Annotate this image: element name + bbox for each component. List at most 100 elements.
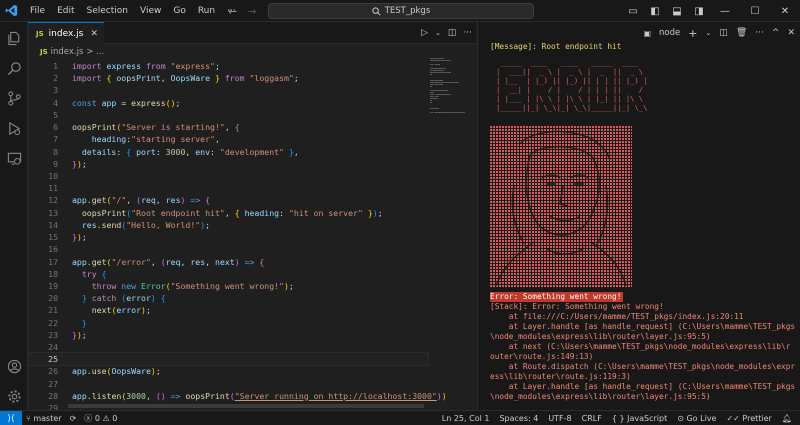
kill-terminal-icon[interactable]: 🗑︎ bbox=[736, 28, 747, 38]
minimap-mark bbox=[463, 112, 465, 113]
code-token: ; bbox=[81, 329, 87, 340]
code-editor[interactable]: 1 import express from "express"; 2 import {… bbox=[27, 60, 447, 414]
code-line[interactable]: 23}); bbox=[28, 329, 428, 341]
code-line[interactable]: 24 bbox=[28, 341, 428, 353]
code-token: app bbox=[72, 195, 87, 206]
run-debug-icon[interactable] bbox=[0, 114, 28, 142]
code-line[interactable]: 4 const app = express(); bbox=[28, 97, 428, 109]
terminal-shell-name[interactable]: node bbox=[659, 28, 680, 38]
split-editor-icon[interactable]: ◫ bbox=[448, 28, 457, 38]
menu-file[interactable]: File bbox=[24, 0, 51, 22]
code-line[interactable]: 5 bbox=[28, 109, 428, 121]
code-line[interactable]: 19 throw new Error("Something went wrong… bbox=[28, 280, 428, 292]
code-line[interactable]: 17 app.get("/error", (req, res, next) => … bbox=[28, 256, 428, 268]
notifications-bell-icon[interactable]: 🔔︎ bbox=[782, 414, 792, 423]
code-line[interactable]: 16 bbox=[28, 243, 428, 255]
code-line[interactable]: 11 bbox=[28, 182, 428, 194]
toggle-panel-icon[interactable]: ⬓ bbox=[666, 6, 688, 17]
sync-icon[interactable]: ⟳ bbox=[70, 414, 77, 423]
code-line[interactable]: 1 import express from "express"; bbox=[28, 60, 428, 72]
status-bar: ⟩⟨ ⑂ master ⟳ ⓧ 0 ⚠ 0 Ln 25, Col 1 Space… bbox=[0, 410, 800, 425]
menu-view[interactable]: View bbox=[134, 0, 167, 22]
run-dropdown-icon[interactable]: ⌄ bbox=[435, 29, 441, 37]
minimap-mark bbox=[435, 82, 444, 83]
close-tab-icon[interactable]: ✕ bbox=[90, 29, 98, 39]
maximize-icon[interactable]: ☐ bbox=[740, 0, 770, 22]
indentation[interactable]: Spaces: 4 bbox=[499, 414, 538, 423]
code-line[interactable]: 2 import { oopsPrint, OopsWare } from "lo… bbox=[28, 72, 428, 84]
settings-gear-icon[interactable] bbox=[0, 382, 28, 410]
code-line[interactable]: 25 bbox=[27, 352, 429, 367]
line-number: 16 bbox=[48, 244, 58, 255]
menu-go[interactable]: Go bbox=[167, 0, 191, 22]
close-window-icon[interactable]: ✕ bbox=[770, 0, 800, 22]
breadcrumb-file[interactable]: index.js bbox=[51, 47, 84, 57]
code-text: oopsPrint("Root endpoint hit", { heading… bbox=[72, 207, 383, 219]
source-control-icon[interactable] bbox=[0, 84, 28, 112]
banner-line: | __| | / | / | | | || / bbox=[496, 85, 648, 94]
code-line[interactable]: 8 details: { port: 3000, env: "developme… bbox=[28, 146, 428, 158]
code-line[interactable]: 9}); bbox=[28, 158, 428, 170]
toggle-sidebar-icon[interactable]: ◧ bbox=[644, 6, 666, 17]
code-line[interactable]: 7 heading:"starting server", bbox=[28, 133, 428, 145]
code-line[interactable]: 15}); bbox=[28, 231, 428, 243]
new-terminal-icon[interactable]: + bbox=[688, 27, 697, 40]
code-line[interactable]: 27 bbox=[28, 378, 428, 390]
run-file-icon[interactable]: ▷ bbox=[421, 28, 428, 38]
account-icon[interactable] bbox=[0, 352, 28, 380]
minimize-icon[interactable]: — bbox=[710, 0, 740, 22]
code-line[interactable]: 26 app.use(OopsWare); bbox=[28, 365, 428, 377]
code-token: express bbox=[106, 61, 146, 71]
code-token: => bbox=[170, 390, 181, 401]
code-line[interactable]: 28 app.listen(3000, () => oopsPrint("Serv… bbox=[28, 390, 447, 402]
search-view-icon[interactable] bbox=[0, 54, 28, 82]
code-line[interactable]: 18 try { bbox=[28, 268, 428, 280]
minimap[interactable] bbox=[430, 58, 470, 118]
menu-run[interactable]: Run bbox=[192, 0, 221, 22]
terminal-more-icon[interactable]: ··· bbox=[755, 28, 764, 38]
toggle-secondary-sidebar-icon[interactable]: ◨ bbox=[688, 6, 710, 17]
encoding[interactable]: UTF-8 bbox=[548, 414, 571, 423]
code-token: "express" bbox=[170, 61, 215, 71]
code-token: error bbox=[126, 293, 151, 304]
code-line[interactable]: 20 } catch (error) { bbox=[28, 292, 428, 304]
explorer-icon[interactable] bbox=[0, 24, 28, 52]
line-ending[interactable]: CRLF bbox=[582, 414, 602, 423]
code-line[interactable]: 6 oopsPrint("Server is starting!", { bbox=[28, 121, 428, 133]
split-terminal-icon[interactable]: ◫ bbox=[719, 28, 728, 38]
breadcrumb-more[interactable]: > ... bbox=[86, 47, 104, 57]
maximize-panel-icon[interactable]: ^ bbox=[772, 28, 780, 38]
go-live[interactable]: ⊙ Go Live bbox=[677, 414, 716, 423]
code-line[interactable]: 13 oopsPrint("Root endpoint hit", { head… bbox=[28, 207, 428, 219]
menu-edit[interactable]: Edit bbox=[51, 0, 80, 22]
line-number: 25 bbox=[48, 354, 58, 365]
terminal-output[interactable]: [Message]: Root endpoint hit _____ ____ … bbox=[490, 42, 798, 401]
layout-icon[interactable]: ▭ bbox=[622, 6, 644, 17]
remote-indicator-icon[interactable]: ⟩⟨ bbox=[0, 411, 22, 425]
menu-selection[interactable]: Selection bbox=[81, 0, 134, 22]
code-line[interactable]: 21 next(error); bbox=[28, 304, 428, 316]
back-arrow-icon[interactable]: ← bbox=[228, 5, 237, 18]
forward-arrow-icon[interactable]: → bbox=[247, 5, 256, 18]
prettier[interactable]: ✓✓ Prettier bbox=[726, 414, 771, 423]
code-line[interactable]: 22 } bbox=[28, 317, 428, 329]
problems-indicator[interactable]: ⓧ 0 ⚠ 0 bbox=[84, 413, 117, 424]
remote-explorer-icon[interactable] bbox=[0, 144, 28, 172]
cursor-position[interactable]: Ln 25, Col 1 bbox=[442, 414, 490, 423]
code-token: ; bbox=[145, 305, 151, 316]
tab-index-js[interactable]: JS index.js ✕ bbox=[28, 22, 104, 44]
more-actions-icon[interactable]: ··· bbox=[463, 28, 472, 38]
minimap-mark bbox=[430, 86, 432, 87]
command-center-search[interactable]: TEST_pkgs bbox=[268, 3, 534, 19]
code-line[interactable]: 14 res.send("Hello, World!"); bbox=[28, 219, 428, 231]
code-line[interactable]: 10 bbox=[28, 170, 428, 182]
git-branch[interactable]: ⑂ master bbox=[26, 414, 62, 423]
terminal-dropdown-icon[interactable]: ⌄ bbox=[705, 29, 711, 37]
code-token: heading bbox=[91, 134, 127, 145]
language-mode[interactable]: { } JavaScript bbox=[612, 414, 667, 423]
code-line[interactable]: 12 app.get("/", (req, res) => { bbox=[28, 194, 428, 206]
code-line[interactable]: 3 bbox=[28, 84, 428, 96]
line-number: 14 bbox=[48, 219, 58, 230]
close-panel-icon[interactable]: ✕ bbox=[787, 28, 795, 38]
horizontal-scrollbar[interactable] bbox=[68, 404, 424, 408]
